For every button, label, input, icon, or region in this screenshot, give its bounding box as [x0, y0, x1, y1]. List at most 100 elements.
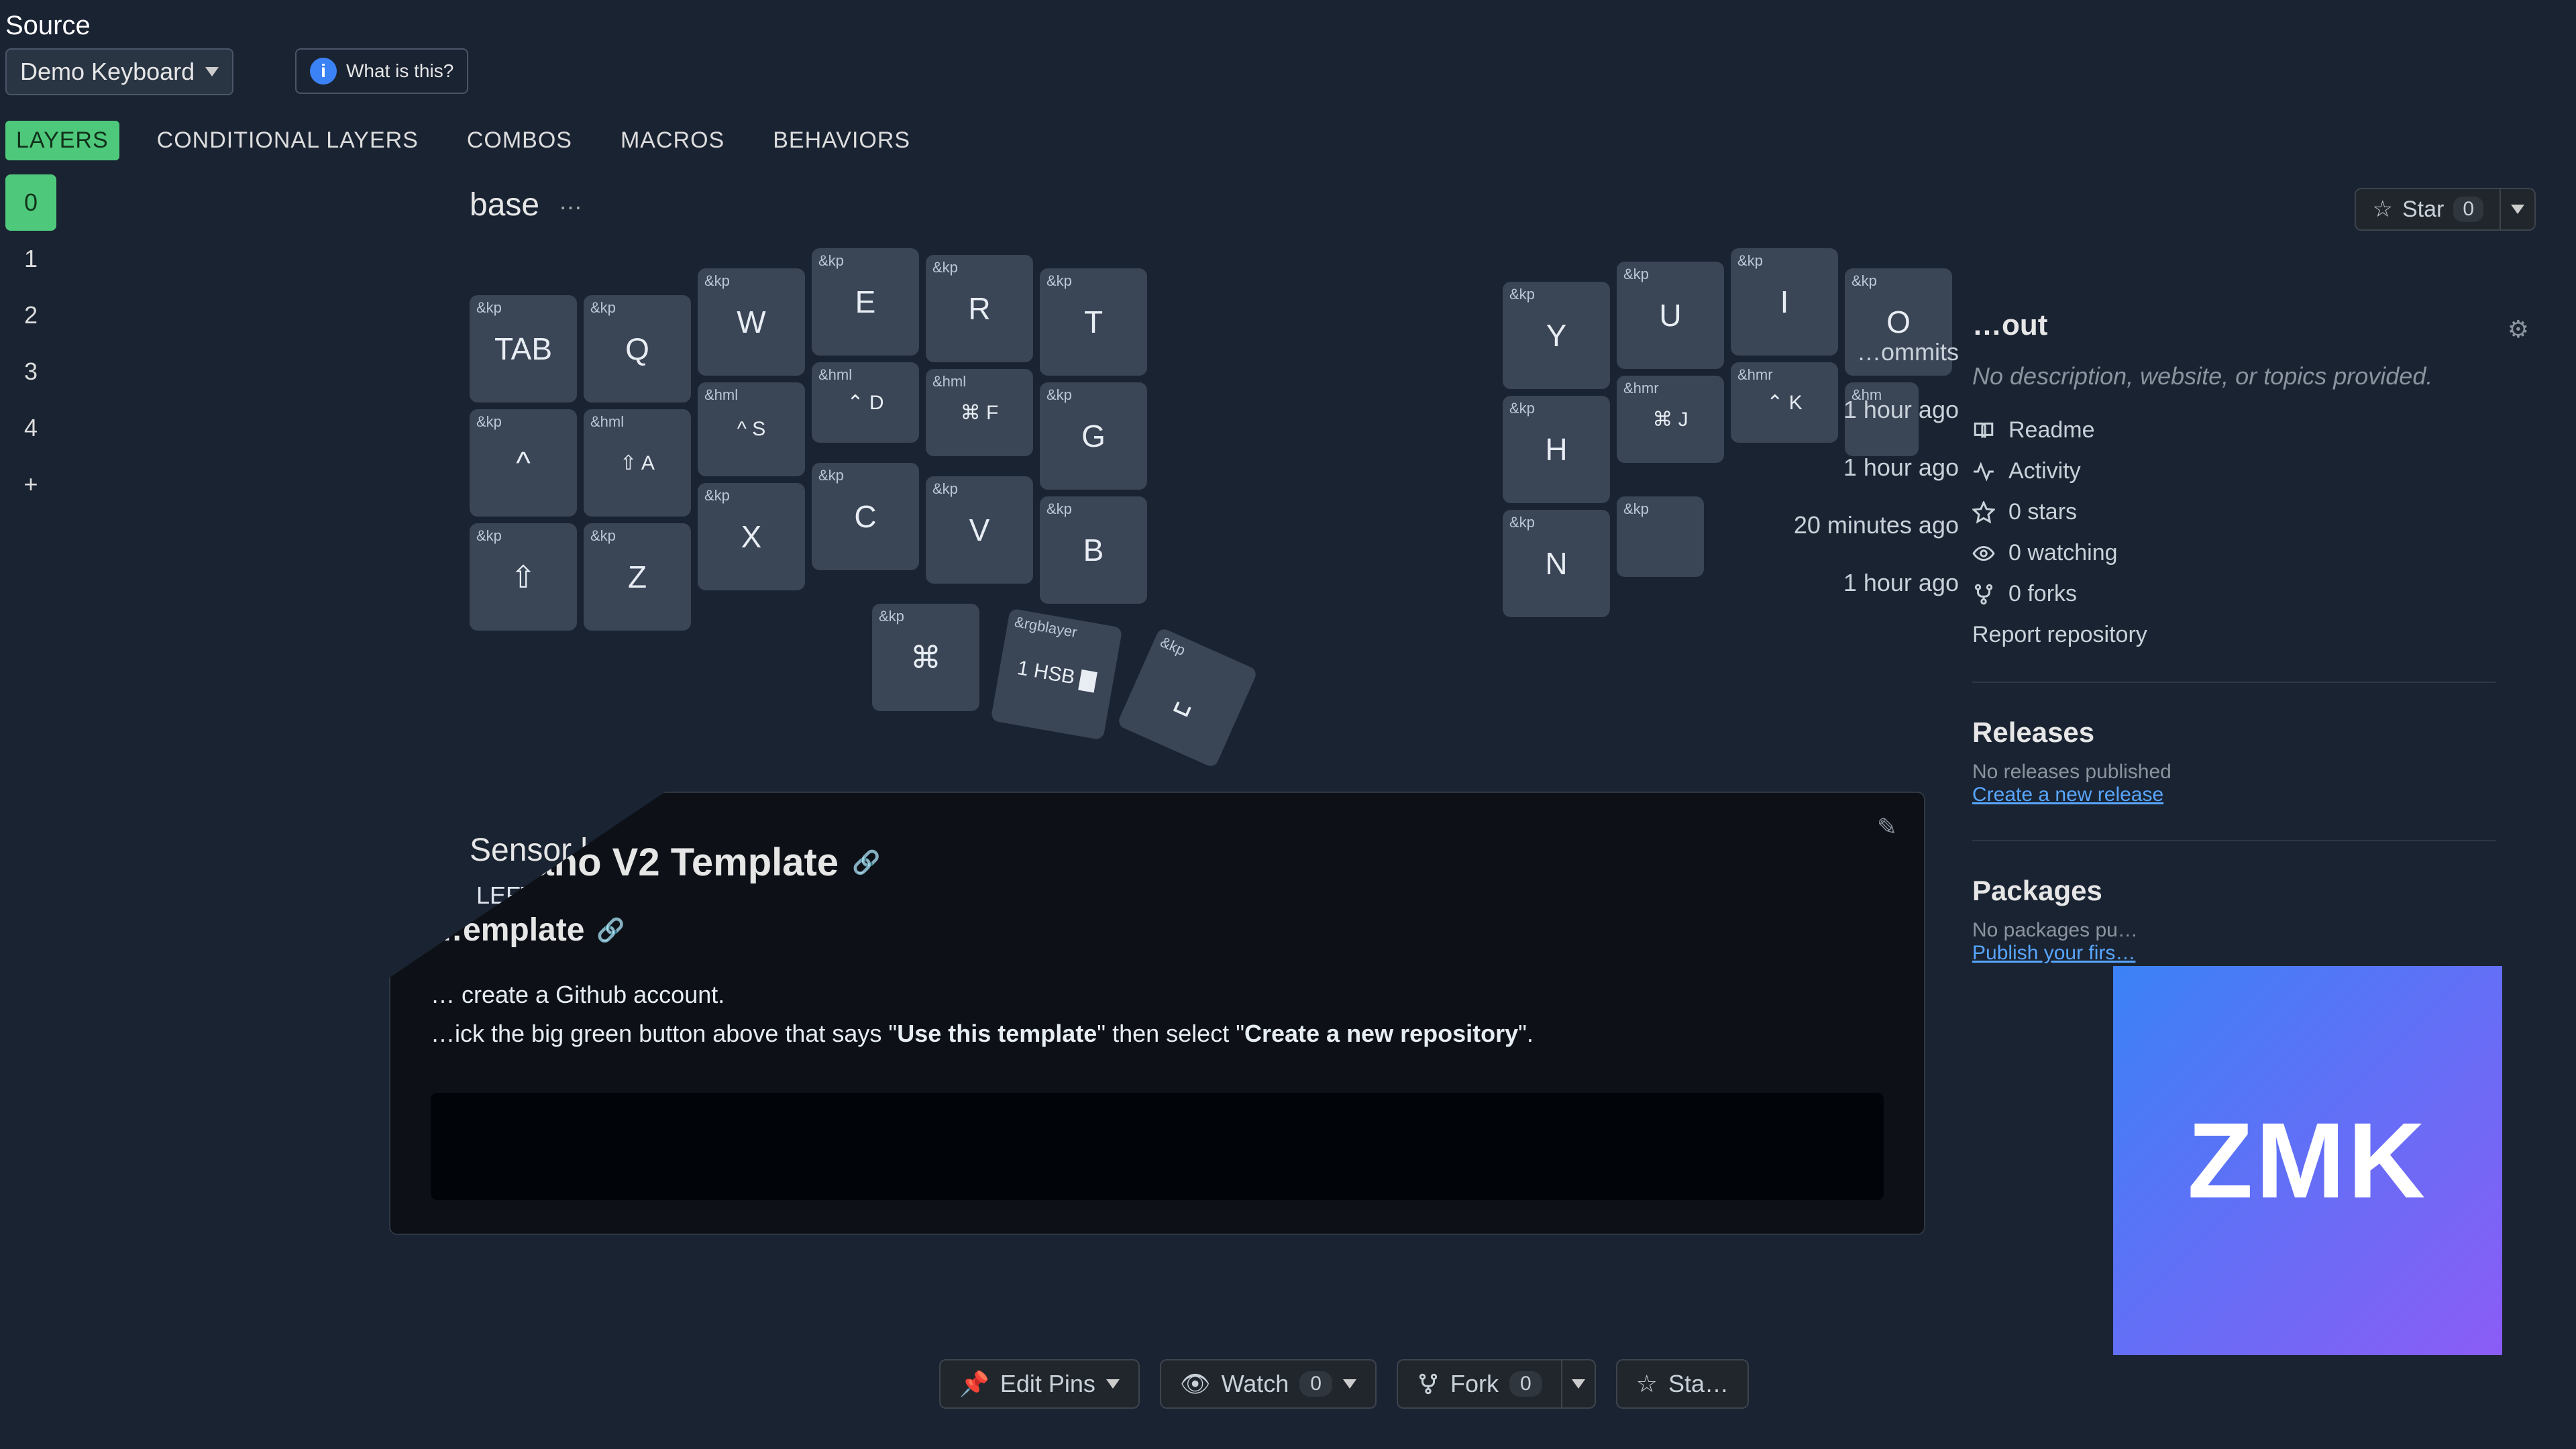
key-main: C	[812, 463, 919, 570]
key[interactable]: &kpZ	[584, 523, 691, 631]
key-sub: ⇧ A	[584, 409, 691, 517]
chevron-down-icon	[1106, 1379, 1120, 1389]
tab-layers[interactable]: LAYERS	[5, 121, 119, 160]
commit-times: …ommits 1 hour ago 1 hour ago 20 minutes…	[1422, 309, 1959, 627]
watching-count[interactable]: 0 watching	[1972, 540, 2496, 566]
star-dropdown[interactable]	[2501, 188, 2536, 231]
commit-time: 1 hour ago	[1422, 569, 1959, 597]
key-main: X	[698, 483, 805, 590]
readme-link[interactable]: Readme	[1972, 417, 2496, 443]
key[interactable]: &kp^	[470, 409, 577, 517]
source-selector[interactable]: Demo Keyboard	[5, 48, 233, 95]
key[interactable]: &kpW	[698, 268, 805, 376]
layer-3[interactable]: 3	[5, 343, 56, 400]
star-button[interactable]: ☆ Star 0	[2355, 188, 2501, 231]
about-panel: …out No description, website, or topics …	[1972, 309, 2496, 965]
key[interactable]: &hml⌃ D	[812, 362, 919, 443]
key[interactable]: &kpE	[812, 248, 919, 356]
readme-h1: …e!Nano V2 Template🔗	[431, 840, 1884, 885]
layer-4[interactable]: 4	[5, 400, 56, 456]
key[interactable]: &kpG	[1040, 382, 1147, 490]
key[interactable]: &hml^ S	[698, 382, 805, 476]
fork-button[interactable]: Fork 0	[1397, 1359, 1562, 1409]
key-main: ^	[470, 409, 577, 517]
what-is-this-button[interactable]: i What is this?	[295, 48, 468, 94]
key-main: Z	[584, 523, 691, 631]
star-label: Star	[2402, 197, 2444, 223]
star-count: 0	[2453, 197, 2483, 222]
link-icon[interactable]: 🔗	[852, 849, 880, 876]
key-main: G	[1040, 382, 1147, 490]
star-icon: ☆	[1636, 1370, 1658, 1398]
link-icon[interactable]: 🔗	[596, 917, 625, 944]
source-selected: Demo Keyboard	[20, 58, 195, 86]
tab-conditional-layers[interactable]: CONDITIONAL LAYERS	[146, 121, 429, 160]
chevron-down-icon	[2511, 205, 2524, 214]
tab-combos[interactable]: COMBOS	[456, 121, 583, 160]
eye-icon	[1972, 542, 1995, 565]
key[interactable]: &hml⌘ F	[926, 369, 1033, 456]
layer-1[interactable]: 1	[5, 231, 56, 287]
key-sub: 1 HSB ▇	[991, 608, 1123, 741]
key-sub: ⌘ F	[926, 369, 1033, 456]
layer-2[interactable]: 2	[5, 287, 56, 343]
key[interactable]: &kp⇧	[470, 523, 577, 631]
key[interactable]: &kpQ	[584, 295, 691, 402]
key-sub: ⌃ D	[812, 362, 919, 443]
fork-icon	[1972, 583, 1995, 606]
layer-menu-icon[interactable]: ⋯	[559, 195, 582, 221]
activity-link[interactable]: Activity	[1972, 458, 2496, 484]
releases-heading: Releases	[1972, 716, 2496, 749]
edit-pins-button[interactable]: 📌 Edit Pins	[939, 1359, 1140, 1409]
releases-none: No releases published	[1972, 761, 2496, 784]
forks-count[interactable]: 0 forks	[1972, 581, 2496, 607]
layer-list: 0 1 2 3 4	[5, 174, 56, 513]
source-label: Source	[5, 11, 91, 41]
key[interactable]: &kpR	[926, 255, 1033, 362]
key[interactable]: &kp⌘	[872, 604, 979, 711]
gear-icon[interactable]: ⚙	[2508, 315, 2529, 343]
key[interactable]: &kpX	[698, 483, 805, 590]
chevron-down-icon	[205, 67, 219, 76]
chevron-down-icon	[1343, 1379, 1356, 1389]
info-icon: i	[310, 58, 337, 85]
packages-none: No packages pu…	[1972, 919, 2496, 942]
create-release-link[interactable]: Create a new release	[1972, 784, 2163, 806]
key[interactable]: &rgblayer1 HSB ▇	[991, 608, 1123, 741]
tab-behaviors[interactable]: BEHAVIORS	[762, 121, 921, 160]
layer-0[interactable]: 0	[5, 174, 56, 231]
code-block	[431, 1093, 1884, 1200]
readme-p1: … create a Github account.	[431, 975, 1884, 1014]
key[interactable]: &hml⇧ A	[584, 409, 691, 517]
fork-dropdown[interactable]	[1562, 1359, 1596, 1409]
star-button-bottom[interactable]: ☆ Sta…	[1616, 1359, 1749, 1409]
layer-name: base	[470, 187, 539, 223]
tab-macros[interactable]: MACROS	[610, 121, 735, 160]
key-main: ⌘	[872, 604, 979, 711]
key[interactable]: &kpB	[1040, 496, 1147, 604]
edit-readme-icon[interactable]: ✎	[1877, 813, 1897, 841]
add-layer-button[interactable]	[5, 456, 56, 513]
key-main: ⇧	[470, 523, 577, 631]
star-icon	[1972, 501, 1995, 524]
key-main: T	[1040, 268, 1147, 376]
repo-actions: 📌 Edit Pins 👁 Watch 0 Fork 0 ☆ Sta…	[939, 1359, 1749, 1409]
key[interactable]: &kpC	[812, 463, 919, 570]
report-link[interactable]: Report repository	[1972, 622, 2496, 648]
readme-panel: ✎ …e!Nano V2 Template🔗 …emplate🔗 … creat…	[389, 792, 1925, 1235]
key[interactable]: &kp␣	[1116, 627, 1258, 768]
key[interactable]: &kpTAB	[470, 295, 577, 402]
zmk-logo: ZMK	[2113, 966, 2502, 1355]
stars-count[interactable]: 0 stars	[1972, 499, 2496, 525]
about-description: No description, website, or topics provi…	[1972, 362, 2496, 390]
commits-label: …ommits	[1422, 338, 1959, 366]
key[interactable]: &kpV	[926, 476, 1033, 584]
key-main: ␣	[1116, 627, 1258, 768]
packages-heading: Packages	[1972, 875, 2496, 907]
what-is-this-label: What is this?	[346, 60, 453, 82]
star-button-group: ☆ Star 0	[2355, 188, 2536, 231]
key[interactable]: &kpT	[1040, 268, 1147, 376]
publish-package-link[interactable]: Publish your firs…	[1972, 942, 2135, 964]
watch-button[interactable]: 👁 Watch 0	[1160, 1359, 1377, 1409]
readme-p2: …ick the big green button above that say…	[431, 1014, 1884, 1053]
